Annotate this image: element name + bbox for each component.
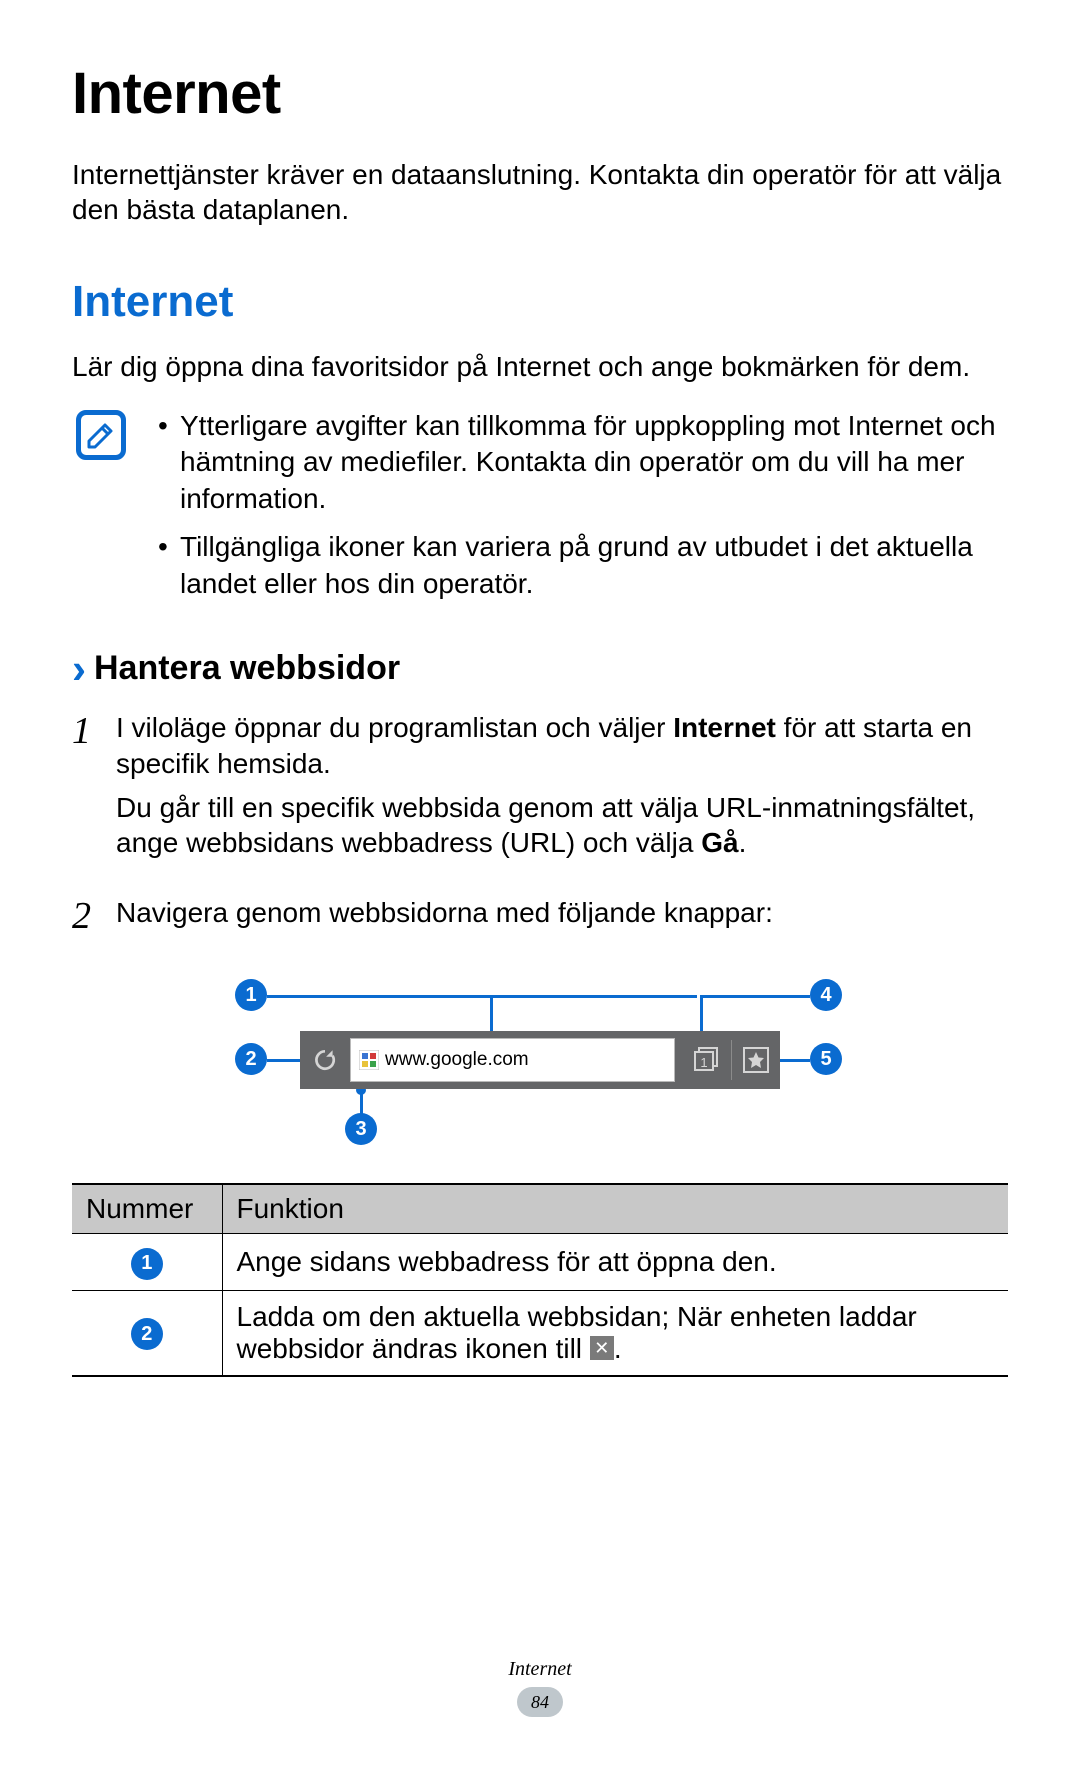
callout-number: 4 xyxy=(810,979,842,1011)
callout-line xyxy=(780,1059,810,1062)
step-bold: Internet xyxy=(673,712,776,743)
step-number: 2 xyxy=(72,895,116,939)
subsection-heading: › Hantera webbsidor xyxy=(72,648,1008,690)
page-footer: Internet 84 xyxy=(0,1658,1080,1717)
step-text: . xyxy=(739,827,747,858)
callout-line xyxy=(267,1059,301,1062)
step-2: 2 Navigera genom webbsidorna med följand… xyxy=(72,895,1008,939)
browser-address-bar: www.google.com 1 xyxy=(300,1031,780,1089)
cancel-icon: ✕ xyxy=(590,1336,614,1360)
pencil-icon xyxy=(85,419,117,451)
bullet-icon: • xyxy=(158,408,180,517)
step-body: Navigera genom webbsidorna med följande … xyxy=(116,895,1008,939)
callout-line xyxy=(700,995,703,1035)
note-block: • Ytterligare avgifter kan tillkomma för… xyxy=(76,408,1008,614)
table-header-function: Funktion xyxy=(222,1184,1008,1234)
number-badge: 2 xyxy=(131,1318,163,1350)
callout-number: 2 xyxy=(235,1043,267,1075)
windows-button[interactable]: 1 xyxy=(683,1046,731,1074)
table-row: 1 Ange sidans webbadress för att öppna d… xyxy=(72,1234,1008,1291)
reload-icon xyxy=(312,1047,338,1073)
page-title: Internet xyxy=(72,60,1008,127)
number-badge: 1 xyxy=(131,1248,163,1280)
subsection-label: Hantera webbsidor xyxy=(94,649,400,688)
table-header-number: Nummer xyxy=(72,1184,222,1234)
desc-text: Ladda om den aktuella webbsidan; När enh… xyxy=(237,1301,917,1364)
table-cell-desc: Ange sidans webbadress för att öppna den… xyxy=(222,1234,1008,1291)
star-icon xyxy=(743,1047,769,1073)
callout-number: 1 xyxy=(235,979,267,1011)
note-icon xyxy=(76,410,126,460)
bookmark-button[interactable] xyxy=(732,1047,780,1073)
callout-line xyxy=(267,995,697,998)
table-header-row: Nummer Funktion xyxy=(72,1184,1008,1234)
step-body: I viloläge öppnar du programlistan och v… xyxy=(116,710,1008,869)
function-table: Nummer Funktion 1 Ange sidans webbadress… xyxy=(72,1183,1008,1377)
note-list: • Ytterligare avgifter kan tillkomma för… xyxy=(136,408,1008,614)
windows-icon: 1 xyxy=(693,1046,721,1074)
note-item: • Tillgängliga ikoner kan variera på gru… xyxy=(158,529,1008,602)
footer-section-name: Internet xyxy=(0,1658,1080,1681)
desc-text: . xyxy=(614,1333,622,1364)
reload-button[interactable] xyxy=(300,1031,350,1089)
step-bold: Gå xyxy=(701,827,738,858)
note-text: Ytterligare avgifter kan tillkomma för u… xyxy=(180,408,1008,517)
note-text: Tillgängliga ikoner kan variera på grund… xyxy=(180,529,1008,602)
step-number: 1 xyxy=(72,710,116,869)
step-1: 1 I viloläge öppnar du programlistan och… xyxy=(72,710,1008,869)
table-row: 2 Ladda om den aktuella webbsidan; När e… xyxy=(72,1290,1008,1376)
callout-number: 5 xyxy=(810,1043,842,1075)
section-heading: Internet xyxy=(72,277,1008,327)
footer-page-number: 84 xyxy=(517,1687,563,1717)
step-text: Du går till en specifik webbsida genom a… xyxy=(116,792,975,859)
callout-line xyxy=(490,995,493,1035)
url-text: www.google.com xyxy=(385,1049,529,1071)
manual-page: Internet Internettjänster kräver en data… xyxy=(0,0,1080,1771)
step-text: Navigera genom webbsidorna med följande … xyxy=(116,895,1008,931)
bullet-icon: • xyxy=(158,529,180,602)
table-cell-number: 2 xyxy=(72,1290,222,1376)
svg-text:1: 1 xyxy=(700,1055,707,1070)
url-field[interactable]: www.google.com xyxy=(350,1038,675,1082)
table-cell-desc: Ladda om den aktuella webbsidan; När enh… xyxy=(222,1290,1008,1376)
browser-toolbar-diagram: www.google.com 1 1 2 3 4 5 xyxy=(190,965,890,1155)
table-cell-number: 1 xyxy=(72,1234,222,1291)
note-item: • Ytterligare avgifter kan tillkomma för… xyxy=(158,408,1008,517)
callout-number: 3 xyxy=(345,1113,377,1145)
chevron-icon: › xyxy=(72,648,86,690)
note-icon-wrap xyxy=(76,408,136,614)
intro-paragraph: Internettjänster kräver en dataanslutnin… xyxy=(72,157,1008,227)
step-text: I viloläge öppnar du programlistan och v… xyxy=(116,712,673,743)
callout-line xyxy=(700,995,810,998)
section-intro: Lär dig öppna dina favoritsidor på Inter… xyxy=(72,349,1008,384)
favicon-icon xyxy=(359,1050,379,1070)
